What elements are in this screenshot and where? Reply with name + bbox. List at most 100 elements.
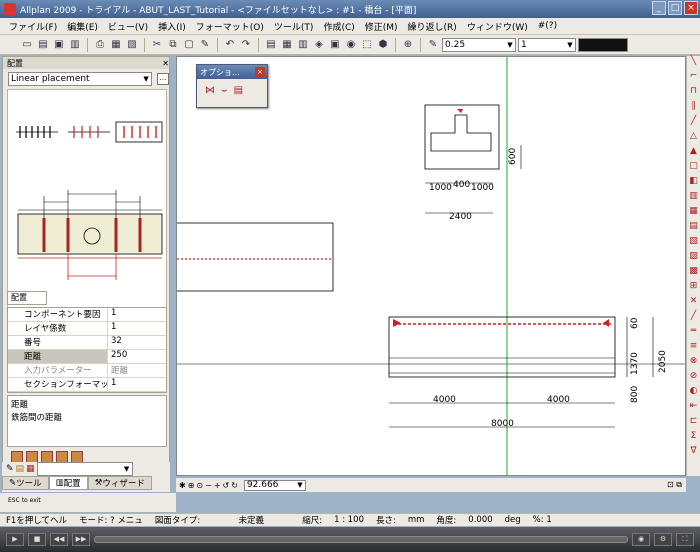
rebar-tool-icon[interactable]: ⊘ [687,371,700,386]
property-value[interactable]: 32 [108,336,166,349]
format-painter-icon[interactable]: ✎ [198,38,212,52]
paste-icon[interactable]: ▢ [182,38,196,52]
table-row[interactable]: 距離 250 [8,350,166,364]
rebar-tool-icon[interactable]: ╱ [687,116,700,131]
layer-icon[interactable]: ▤ [264,38,278,52]
rebar-mesh-icon[interactable]: ▤ [234,85,243,96]
cut-icon[interactable]: ✂ [150,38,164,52]
rebar-tool-icon[interactable]: ⊗ [687,356,700,371]
settings-icon[interactable]: ⚙ [654,533,672,546]
tab-wizard[interactable]: ⚒ ウィザード [87,476,152,490]
rebar-tool-icon[interactable]: ⌐ [687,71,700,86]
partial-elevation-view[interactable] [177,222,334,292]
color-select[interactable] [578,37,628,52]
rebar-tool-icon[interactable]: ◧ [687,176,700,191]
close-icon[interactable]: × [255,67,265,77]
drawing-area[interactable]: 1000 400 1000 2400 600 4000 4000 8000 13… [177,57,686,476]
properties-icon[interactable]: ▥ [296,38,310,52]
cube-icon[interactable]: ◈ [312,38,326,52]
rebar-tool-icon[interactable]: △ [687,131,700,146]
rebar-tool-icon[interactable]: ▨ [687,251,700,266]
rebar-tool-icon[interactable]: ▲ [687,146,700,161]
menu-window[interactable]: ウィンドウ(W) [462,20,533,33]
property-value[interactable]: 1 [108,378,166,391]
property-value[interactable]: 距離 [108,364,166,377]
section-icon[interactable]: ▣ [328,38,342,52]
pencil-icon[interactable]: ✎ [6,464,14,474]
table-row[interactable]: 入力パラメーター 距離 [8,364,166,378]
rewind-icon[interactable]: ◀◀ [50,533,68,546]
redo-icon[interactable]: ↷ [239,38,253,52]
tab-placement-bottom[interactable]: ▥ 配置 [48,476,88,490]
folder-icon[interactable]: ▤ [16,464,25,474]
save-icon[interactable]: ▣ [52,38,66,52]
maximize-button[interactable]: □ [668,1,682,15]
rebar-tool-icon[interactable]: ⊞ [687,281,700,296]
play-icon[interactable]: ▶ [6,533,24,546]
volume-icon[interactable]: ◉ [632,533,650,546]
rebar-tool-icon[interactable]: ═ [687,326,700,341]
panel-close-icon[interactable]: ✕ [162,59,169,68]
redraw-icon[interactable]: ↻ [231,481,238,490]
rebar-tool-icon[interactable]: ╲ [687,56,700,71]
placement-option-1[interactable] [16,126,58,138]
rebar-tool-icon[interactable]: ∥ [687,101,700,116]
table-row[interactable]: 番号 32 [8,336,166,350]
rebar-tool-icon[interactable]: ▧ [687,236,700,251]
rebar-tool-icon[interactable]: ⇤ [687,401,700,416]
status-scale-value[interactable]: 1 : 100 [328,515,370,525]
status-angle-value[interactable]: 0.000 [462,515,498,525]
property-value[interactable]: 1 [108,322,166,335]
rebar-tool-icon[interactable]: ╱ [687,311,700,326]
rebar-tool-icon[interactable]: ▩ [687,266,700,281]
close-button[interactable]: × [684,1,698,15]
tab-placement[interactable]: 配置 [7,291,47,305]
drawing-canvas[interactable]: 1000 400 1000 2400 600 4000 4000 8000 13… [176,56,686,476]
options-palette[interactable]: オプショ... × ⋈ ⌣ ▤ [196,64,268,108]
options-palette-title-bar[interactable]: オプショ... × [197,65,267,79]
zoom-out-icon[interactable]: − [205,481,212,490]
table-row[interactable]: レイヤ係数 1 [8,322,166,336]
copy-icon[interactable]: ⧉ [166,38,180,52]
palette-icon[interactable]: ▦ [26,464,35,474]
regenerate-icon[interactable]: ↺ [223,481,230,490]
rebar-hook-icon[interactable]: ⌣ [221,85,228,96]
rebar-tool-icon[interactable]: ∇ [687,446,700,461]
zoom-all-icon[interactable]: ⊙ [196,481,203,490]
new-icon[interactable]: ▭ [20,38,34,52]
rebar-tool-icon[interactable]: ▥ [687,191,700,206]
zoom-window-icon[interactable]: ⊕ [188,481,195,490]
preview-icon[interactable]: ▦ [109,38,123,52]
menu-create[interactable]: 作成(C) [318,20,359,33]
rebar-tool-icon[interactable]: ▦ [687,206,700,221]
menu-help[interactable]: #(?) [533,21,562,31]
model-icon[interactable]: ⬢ [376,38,390,52]
table-row[interactable]: コンポーネント要因 1 [8,308,166,322]
zoom-in-icon[interactable]: + [214,481,221,490]
menu-repeat[interactable]: 繰り返し(R) [403,20,462,33]
fullscreen-icon[interactable]: ⛶ [676,533,694,546]
pen-icon[interactable]: ✎ [426,38,440,52]
seek-slider[interactable] [94,536,628,543]
open-icon[interactable]: ▤ [36,38,50,52]
table-row[interactable]: セクションフォーマット 1 [8,378,166,392]
forward-icon[interactable]: ▶▶ [72,533,90,546]
rebar-shape-icon[interactable]: ⋈ [205,85,215,96]
menu-tools[interactable]: ツール(T) [269,20,319,33]
placement-type-select[interactable]: Linear placement ▼ [8,72,153,86]
delete-icon[interactable]: ✕ [687,296,700,311]
pen-thickness-select[interactable]: 0.25 ▼ [442,37,516,52]
folder-icon[interactable]: ▥ [68,38,82,52]
menu-insert[interactable]: 挿入(I) [153,20,191,33]
status-drawing-type-value[interactable]: 未定義 [206,514,296,526]
elevation-view[interactable]: 4000 4000 8000 1370 2050 800 60 [388,316,668,429]
plot-icon[interactable]: ▧ [125,38,139,52]
rebar-tool-icon[interactable]: ⊏ [687,416,700,431]
rebar-tool-icon[interactable]: ⊓ [687,86,700,101]
stop-icon[interactable]: ■ [28,533,46,546]
more-options-button[interactable]: … [157,73,169,85]
placement-option-3[interactable] [115,121,163,143]
property-value[interactable]: 250 [108,350,166,363]
pan-icon[interactable]: ✱ [179,481,186,490]
line-type-select[interactable]: 1 ▼ [518,37,576,52]
